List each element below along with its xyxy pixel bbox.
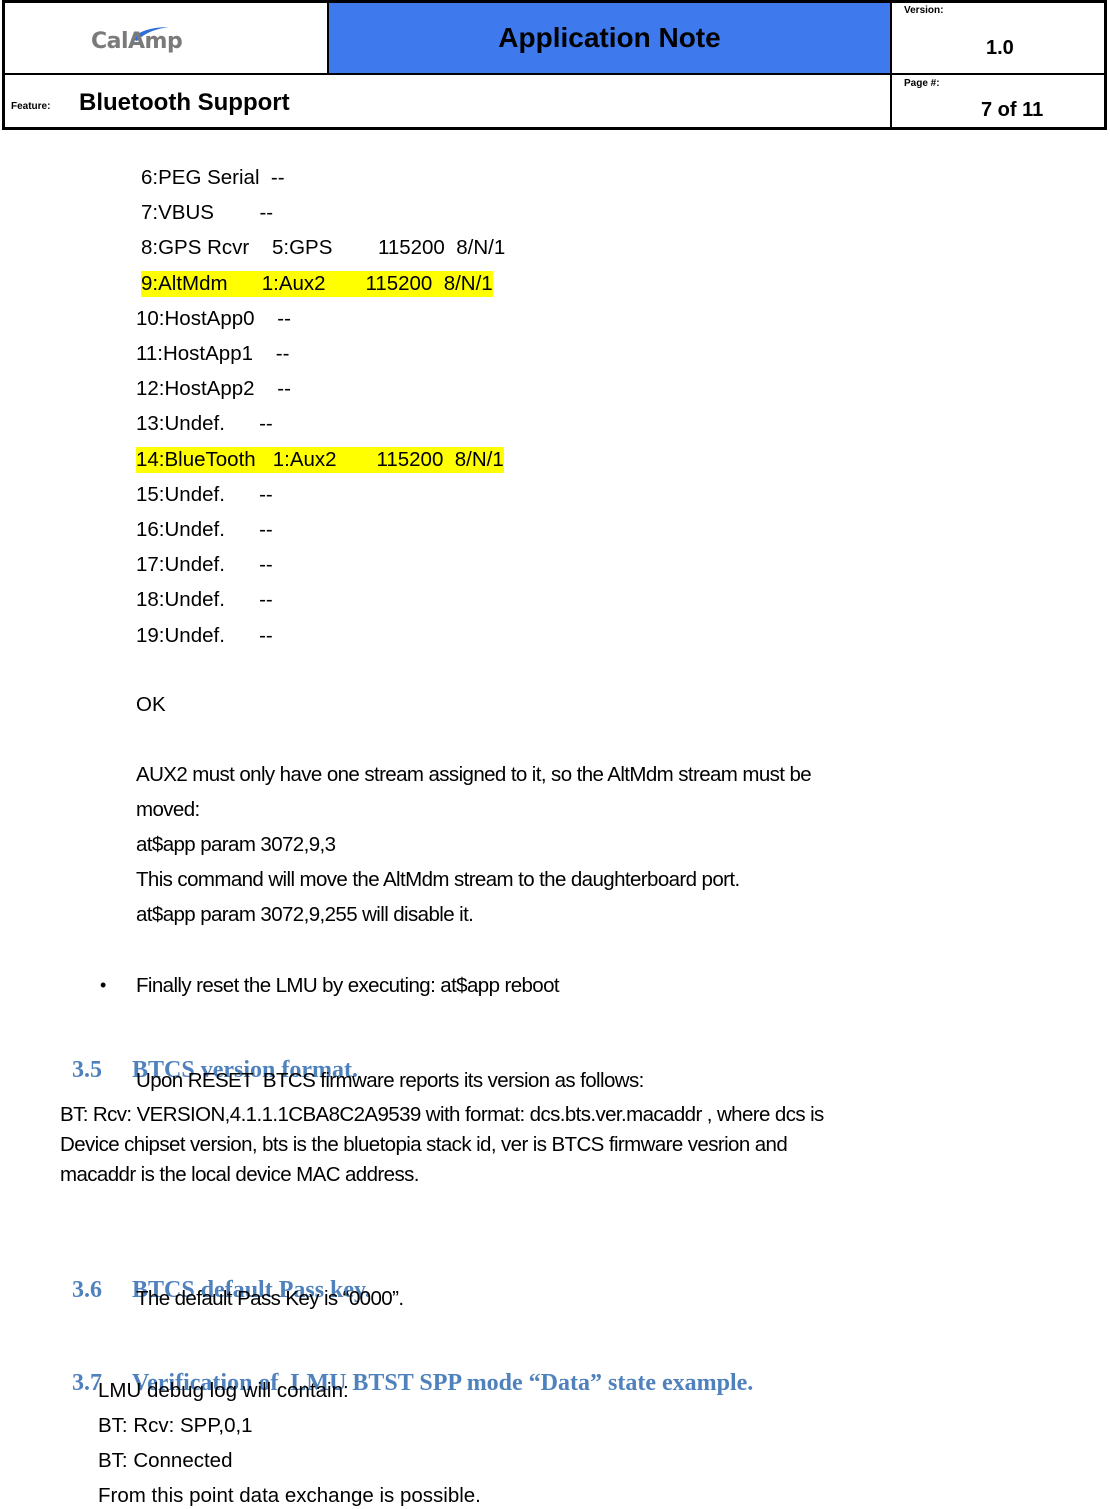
aux2-note-line: AUX2 must only have one stream assigned … [136,763,812,786]
section-line: BT: Connected [98,1449,233,1472]
section-line: Upon RESET BTCS firmware reports its ver… [136,1069,644,1092]
document-title: Application Note [498,22,721,53]
calamp-logo: CalAmp [91,25,251,57]
stream-row: 8:GPS Rcvr 5:GPS 115200 8/N/1 [141,236,506,260]
section-number: 3.6 [72,1277,102,1303]
stream-row: 12:HostApp2 -- [136,377,291,401]
version-cell: Version: 1.0 [890,3,1107,75]
stream-row-highlighted: 9:AltMdm 1:Aux2 115200 8/N/1 [141,270,493,297]
page-value: 7 of 11 [981,99,1044,121]
stream-row: 19:Undef. -- [136,623,273,647]
page-label: Page #: [904,78,940,89]
page-cell: Page #: 7 of 11 [890,75,1107,130]
version-label: Version: [904,5,944,16]
stream-row: 6:PEG Serial -- [141,166,285,189]
feature-label: Feature: [11,101,51,112]
section-line: BT: Rcv: VERSION,4.1.1.1CBA8C2A9539 with… [60,1103,824,1126]
title-cell: Application Note [329,3,890,75]
stream-row: 7:VBUS -- [141,201,274,225]
version-value: 1.0 [986,37,1014,59]
stream-row: 16:Undef. -- [136,518,273,541]
bullet-text: Finally reset the LMU by executing: at$a… [136,974,560,997]
section-line: LMU debug log will contain: [98,1379,349,1402]
ok-response: OK [136,693,166,716]
stream-row: 15:Undef. -- [136,482,273,506]
command-line: at$app param 3072,9,3 [136,833,336,856]
logo-cell: CalAmp [5,3,329,75]
section-line: The default Pass Key is “0000”. [136,1287,404,1310]
stream-row: 18:Undef. -- [136,588,273,612]
stream-row: 17:Undef. -- [136,553,273,577]
section-line: macaddr is the local device MAC address. [60,1163,419,1186]
aux2-note-line: moved: [136,798,200,821]
feature-cell: Feature: Bluetooth Support [5,75,890,130]
stream-row: 10:HostApp0 -- [136,306,291,330]
feature-value: Bluetooth Support [79,89,290,116]
section-line: Device chipset version, bts is the bluet… [60,1133,788,1156]
document-header: CalAmp Application Note Version: 1.0 Fea… [2,0,1107,130]
stream-row-highlighted: 14:BlueTooth 1:Aux2 115200 8/N/1 [136,446,504,473]
command-line: at$app param 3072,9,255 will disable it. [136,903,474,926]
section-line: BT: Rcv: SPP,0,1 [98,1414,253,1437]
stream-row: 13:Undef. -- [136,412,273,436]
logo-text: CalAmp [91,29,183,54]
aux2-note-line: This command will move the AltMdm stream… [136,868,740,891]
bullet-icon: • [100,975,107,995]
stream-row: 11:HostApp1 -- [136,342,290,365]
section-line: From this point data exchange is possibl… [98,1484,481,1507]
section-number: 3.5 [72,1057,102,1083]
